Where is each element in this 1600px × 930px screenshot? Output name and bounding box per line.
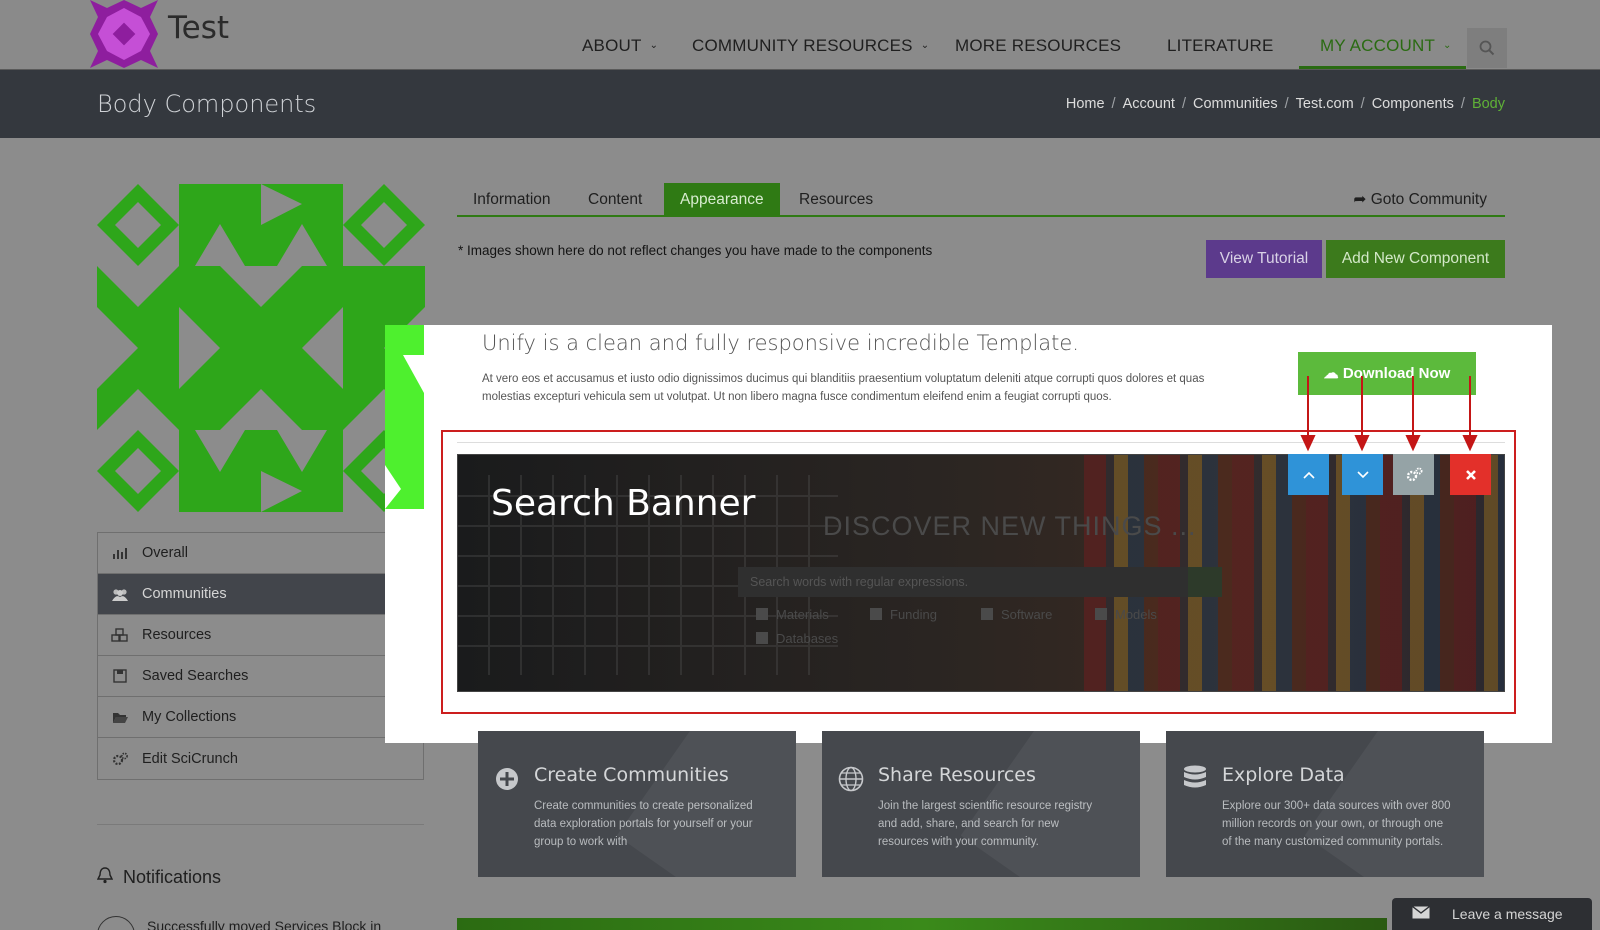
top-navbar: Test ABOUT ⌄ COMMUNITY RESOURCES ⌄ MORE RE… <box>0 0 1600 70</box>
card-text: Explore our 300+ data sources with over … <box>1222 800 1451 848</box>
nav-my-account[interactable]: MY ACCOUNT ⌄ <box>1320 36 1452 56</box>
sidebar-item-label: My Collections <box>142 709 237 725</box>
close-icon <box>1465 469 1476 480</box>
sidebar-item-communities[interactable]: Communities <box>98 574 423 615</box>
checkbox-materials[interactable]: Materials <box>756 607 829 622</box>
checkbox-software[interactable]: Software <box>981 607 1052 622</box>
floppy-icon <box>111 669 129 683</box>
chevron-up-icon <box>1302 471 1315 479</box>
chevron-down-icon <box>1356 470 1369 478</box>
checkbox-databases[interactable]: Databases <box>756 631 838 646</box>
nav-active-underline <box>1299 66 1466 69</box>
community-logo-pattern <box>97 184 425 512</box>
sidebar-item-label: Overall <box>142 545 188 561</box>
breadcrumb: Home / Account / Communities / Test.com / Co… <box>1065 96 1505 112</box>
download-now-button[interactable]: ☁ Download Now <box>1298 352 1476 395</box>
banner-search-input[interactable]: Search words with regular expressions. <box>738 567 1188 597</box>
sidebar-item-my-collections[interactable]: My Collections <box>98 697 423 738</box>
card-text: Create communities to create personalize… <box>534 800 753 848</box>
breadcrumb-home[interactable]: Home <box>1066 96 1105 112</box>
checkbox-models[interactable]: Models <box>1095 607 1157 622</box>
delete-component-button[interactable] <box>1450 454 1491 495</box>
chevron-down-icon: ⌄ <box>920 40 930 51</box>
share-arrow-icon: ➦ <box>1353 191 1367 208</box>
next-component-preview <box>457 918 1387 930</box>
sidebar-item-overall[interactable]: Overall <box>98 533 423 574</box>
breadcrumb-account[interactable]: Account <box>1123 96 1175 112</box>
gears-icon <box>1406 467 1422 481</box>
page-title: Body Components <box>97 90 317 118</box>
bar-chart-icon <box>111 546 129 560</box>
nav-literature[interactable]: LITERATURE <box>1167 36 1274 56</box>
database-icon <box>1182 765 1208 792</box>
move-down-button[interactable] <box>1342 454 1383 495</box>
banner-discover-text: DISCOVER NEW THINGS ... <box>823 511 1197 541</box>
add-new-component-button[interactable]: Add New Component <box>1326 240 1505 278</box>
nav-about[interactable]: ABOUT ⌄ <box>582 36 658 56</box>
checkbox-funding[interactable]: Funding <box>870 607 937 622</box>
sidebar-item-label: Communities <box>142 586 227 602</box>
globe-icon <box>838 766 864 792</box>
plus-circle-icon <box>494 766 520 792</box>
card-explore-data[interactable]: Explore Data Explore our 300+ data sourc… <box>1166 731 1484 877</box>
breadcrumb-components[interactable]: Components <box>1372 96 1454 112</box>
sidebar-item-label: Saved Searches <box>142 668 249 684</box>
page-title-bar: Body Components Home / Account / Communiti… <box>0 70 1600 138</box>
preview-headline: Unify is a clean and fully responsive in… <box>482 331 1079 355</box>
card-create-communities[interactable]: Create Communities Create communities to… <box>478 731 796 877</box>
banner-search-button[interactable] <box>1188 567 1222 597</box>
gears-icon <box>111 752 129 766</box>
sidebar-item-label: Edit SciCrunch <box>142 750 238 767</box>
card-title: Share Resources <box>878 764 1036 786</box>
card-title: Create Communities <box>534 764 729 786</box>
breadcrumb-communities[interactable]: Communities <box>1193 96 1278 112</box>
goto-community-link[interactable]: ➦ Goto Community <box>1353 183 1487 216</box>
breadcrumb-test-com[interactable]: Test.com <box>1296 96 1354 112</box>
cubes-icon <box>111 628 129 642</box>
card-title: Explore Data <box>1222 764 1345 786</box>
search-icon <box>1479 40 1495 56</box>
sidebar-menu: Overall Communities Resources Saved Sear… <box>97 532 424 780</box>
view-tutorial-button[interactable]: View Tutorial <box>1206 240 1322 278</box>
envelope-icon <box>1412 905 1430 922</box>
chevron-down-icon: ⌄ <box>649 40 659 51</box>
tab-content[interactable]: Content <box>572 183 658 216</box>
nav-more-resources[interactable]: MORE RESOURCES <box>955 36 1121 56</box>
pattern-overlap-strip <box>385 325 424 509</box>
pattern-logo-icon[interactable] <box>90 0 158 68</box>
sidebar-item-edit-scicrunch[interactable]: Edit SciCrunch <box>98 738 423 779</box>
bell-icon <box>96 866 114 889</box>
users-icon <box>111 587 129 601</box>
images-note: * Images shown here do not reflect chang… <box>458 243 933 258</box>
brand-name[interactable]: Test <box>168 10 229 46</box>
tab-appearance[interactable]: Appearance <box>664 183 780 216</box>
move-up-button[interactable] <box>1288 454 1329 495</box>
notifications-heading: Notifications <box>96 866 221 889</box>
chevron-down-icon: ⌄ <box>1443 40 1452 51</box>
preview-body-text: At vero eos et accusamus et iusto odio d… <box>482 373 1205 403</box>
folder-open-icon <box>111 710 129 724</box>
sidebar-item-label: Resources <box>142 627 212 643</box>
nav-search-button[interactable] <box>1467 28 1507 68</box>
sidebar-item-resources[interactable]: Resources <box>98 615 423 656</box>
card-share-resources[interactable]: Share Resources Join the largest scienti… <box>822 731 1140 877</box>
card-text: Join the largest scientific resource reg… <box>878 800 1093 848</box>
notification-text: Successfully moved Services Block in <box>147 918 382 930</box>
banner-title: Search Banner <box>491 483 756 524</box>
cloud-download-icon: ☁ <box>1323 365 1339 382</box>
component-settings-button[interactable] <box>1393 454 1434 495</box>
sidebar-item-saved-searches[interactable]: Saved Searches <box>98 656 423 697</box>
notification-avatar <box>97 916 135 930</box>
leave-message-widget[interactable]: Leave a message <box>1392 898 1592 930</box>
component-tabs: Information Content Appearance Resources… <box>457 183 1505 217</box>
breadcrumb-current: Body <box>1471 96 1505 112</box>
tab-information[interactable]: Information <box>457 183 567 216</box>
sidebar-divider <box>97 824 424 825</box>
tab-resources[interactable]: Resources <box>783 183 889 216</box>
nav-community-resources[interactable]: COMMUNITY RESOURCES ⌄ <box>692 36 929 56</box>
